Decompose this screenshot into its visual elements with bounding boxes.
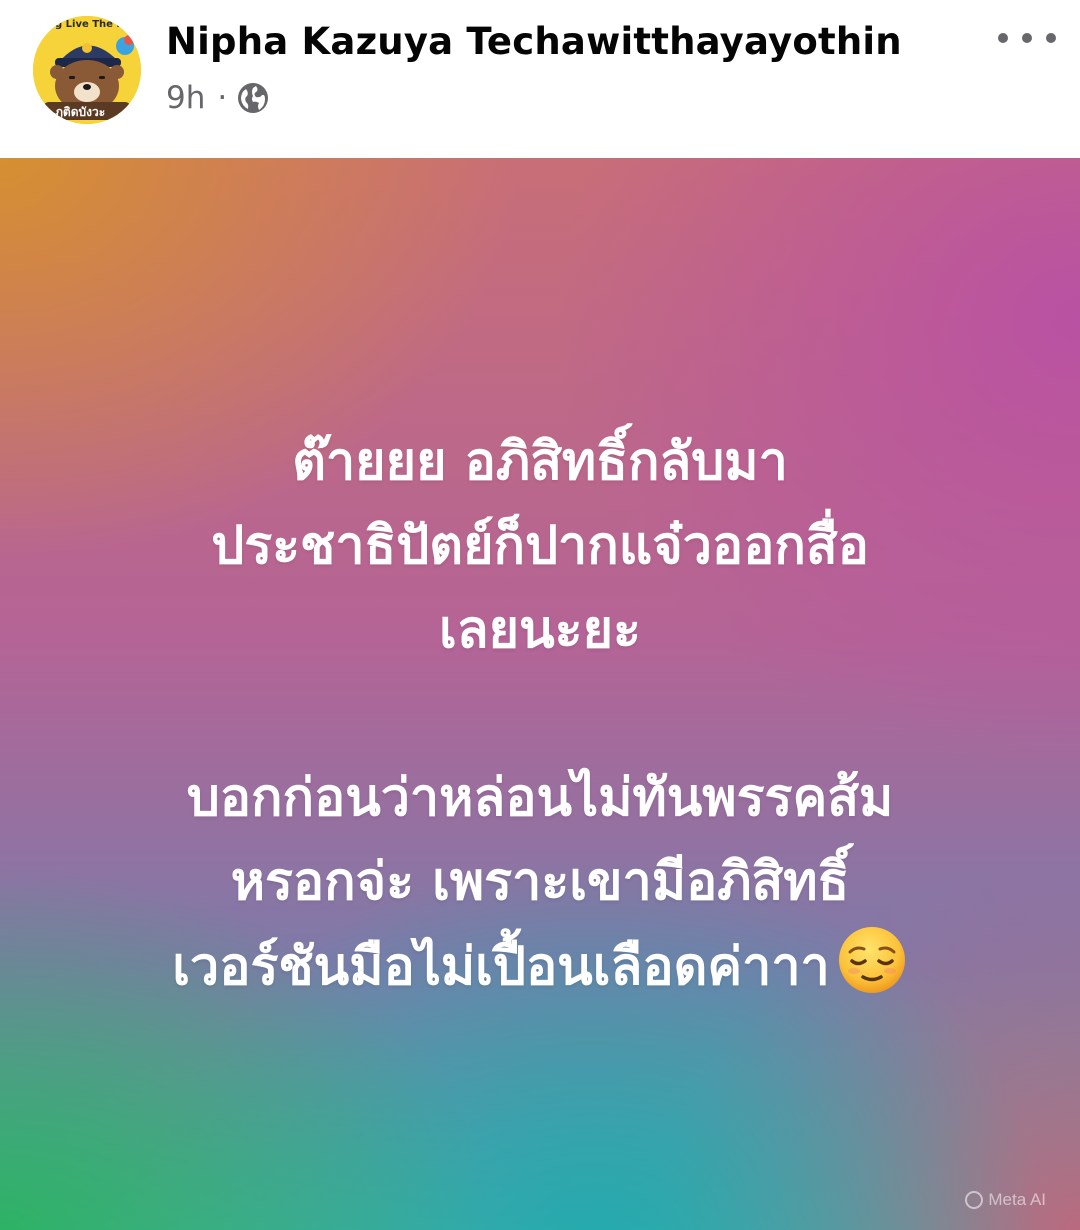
author-name[interactable]: Nipha Kazuya Techawitthayayothin [166, 18, 902, 66]
post-text-line: ประชาธิปัตย์ก็ปากแจ๋วออกสื่อ [211, 516, 869, 576]
relieved-face-emoji-icon [836, 924, 908, 996]
meta-separator: · [217, 80, 228, 116]
post-text-blank-line [40, 672, 1040, 756]
post-header: g Live The K ภูติดบังวะ Nipha Kazuya Tec… [0, 0, 1080, 158]
post-text-last-line: เวอร์ชันมือไม่เปื้อนเลือดค่าาา [40, 924, 1040, 1009]
author-avatar[interactable]: g Live The K ภูติดบังวะ [33, 16, 141, 124]
meta-ai-icon [965, 1191, 984, 1209]
globe-icon[interactable] [237, 82, 269, 114]
more-dot [1022, 33, 1032, 43]
more-options-button[interactable] [998, 22, 1056, 54]
meta-ai-watermark: Meta AI [965, 1190, 1046, 1210]
post-text-line: เลยนะยะ [439, 600, 641, 660]
avatar-caption-top: g Live The K [55, 19, 125, 30]
post-text-line: บอกก่อนว่าหล่อนไม่ทันพรรคส้ม [186, 768, 894, 828]
post-meta: 9h · [166, 78, 269, 118]
post-text: ต๊ายยย อภิสิทธิ์กลับมา ประชาธิปัตย์ก็ปาก… [40, 420, 1040, 1009]
more-horizontal-icon [998, 33, 1008, 43]
avatar-caption-bottom: ภูติดบังวะ [55, 105, 106, 119]
gradient-text-post: ต๊ายยย อภิสิทธิ์กลับมา ประชาธิปัตย์ก็ปาก… [0, 158, 1080, 1230]
watermark-label: Meta AI [988, 1190, 1046, 1209]
post-timestamp[interactable]: 9h [166, 80, 205, 116]
more-dot [1046, 33, 1056, 43]
facebook-post: g Live The K ภูติดบังวะ Nipha Kazuya Tec… [0, 0, 1080, 1230]
post-text-line: ต๊ายยย อภิสิทธิ์กลับมา [292, 432, 788, 492]
post-text-line: เวอร์ชันมือไม่เปื้อนเลือดค่าาา [172, 937, 830, 997]
post-text-line: หรอกจ่ะ เพราะเขามีอภิสิทธิ์ [230, 852, 850, 912]
